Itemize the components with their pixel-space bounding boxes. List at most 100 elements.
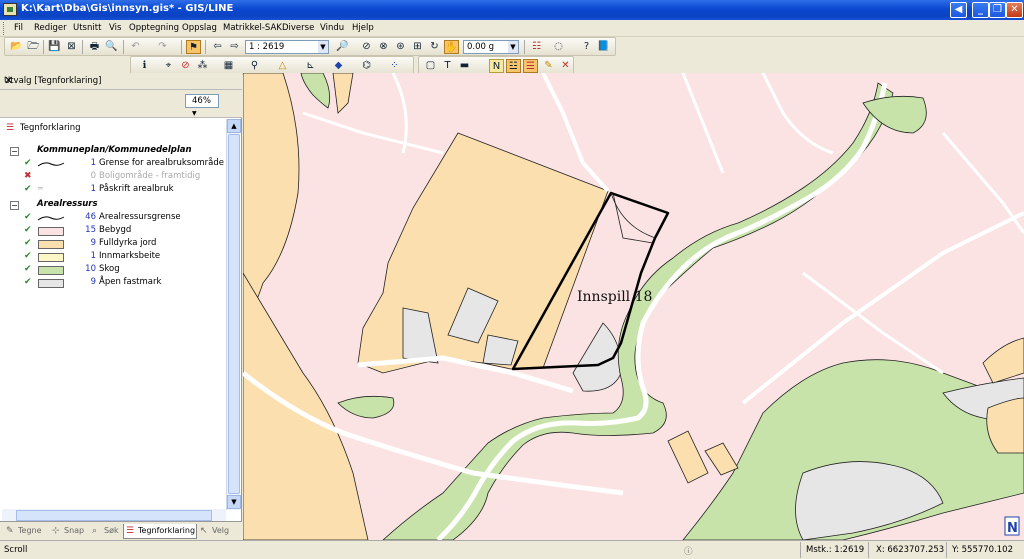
lasso-icon[interactable]: ◌ [551,40,566,54]
open-recent-icon[interactable]: 🗁 [26,40,41,54]
redo-icon[interactable]: ↷ [155,40,170,54]
nodes-icon[interactable]: ⁂ [195,59,210,73]
list-icon[interactable]: ☰ [523,59,538,73]
menu-vis[interactable]: Vis [109,23,121,33]
delete-icon[interactable]: ✕ [558,59,573,73]
legend-icon[interactable]: ☳ [506,59,521,73]
map-svg[interactable]: Innspill 18 N [243,73,1024,540]
legend-panel: Utvalg [Tegnforklaring] ✕ 46% ▼ ☰ Tegnfo… [0,73,242,540]
toolbar-separator [181,40,182,54]
legend-item[interactable]: ✔ 9 Fulldyrka jord [2,238,226,251]
chevron-down-icon[interactable]: ▼ [192,110,197,117]
fill-icon[interactable]: ◆ [331,59,346,73]
legend-item[interactable]: ✔ 1 Grense for arealbruksområde [2,158,226,171]
scroll-up-icon[interactable]: ▲ [227,119,241,133]
visible-check-icon[interactable]: ✔ [24,225,32,235]
help-icon[interactable]: ? [579,40,594,54]
visible-check-icon[interactable]: ✔ [24,264,32,274]
open-folder-icon[interactable]: 📂 [9,40,24,54]
panel-zoom-value: 46% [192,96,211,106]
menu-matrikkel-sak[interactable]: Matrikkel-SAK [223,23,282,33]
visible-check-icon[interactable]: ✔ [24,238,32,248]
tab-tegnforklaring[interactable]: ☰ Tegnforklaring [123,524,197,539]
angle-combo[interactable]: 0.00 g ▼ [463,40,519,54]
hidden-x-icon[interactable]: ✖ [24,171,32,181]
snap-icon[interactable]: ⌬ [359,59,374,73]
ruler-icon[interactable]: ▬ [457,59,472,73]
chevron-down-icon[interactable]: ▼ [318,41,328,53]
zoom-all-icon[interactable]: ⊗ [376,40,391,54]
layers-icon[interactable]: ☷ [529,40,544,54]
tab-tegne[interactable]: ✎ Tegne [4,524,42,539]
legend-item[interactable]: ✔ 10 Skog [2,264,226,277]
print-icon[interactable]: 🖶 [87,40,102,54]
info-icon[interactable]: ℹ [137,59,152,73]
close-button[interactable]: ✕ [1006,2,1023,18]
restore-button[interactable]: ❐ [989,2,1006,18]
rotate-icon[interactable]: ↻ [427,40,442,54]
menu-rediger[interactable]: Rediger [34,23,67,33]
legend-item[interactable]: ✔ 46 Arealressursgrense [2,212,226,225]
visible-check-icon[interactable]: ✔ [24,158,32,168]
book-icon[interactable]: 📘 [596,40,611,54]
points-icon[interactable]: ⁘ [387,59,402,73]
visible-check-icon[interactable]: ✔ [24,251,32,261]
toolbar-separator [43,40,44,54]
legend-item[interactable]: ✔ 15 Bebygd [2,225,226,238]
text-box-icon[interactable]: ▢ [423,59,438,73]
area-icon[interactable]: △ [275,59,290,73]
app-map-icon[interactable] [3,3,17,16]
menu-opptegning[interactable]: Opptegning [129,23,179,33]
properties-icon[interactable]: ⚑ [186,40,201,54]
measure-icon[interactable]: ⊾ [303,59,318,73]
scale-combo[interactable]: 1 : 2619 ▼ [245,40,329,54]
menu-hjelp[interactable]: Hjelp [352,23,374,33]
menu-diverse[interactable]: Diverse [282,23,314,33]
panel-zoom-combo[interactable]: 46% ▼ [185,94,219,117]
legend-item[interactable]: ✖ 0 Boligområde - framtidig [2,171,226,184]
close-doc-icon[interactable]: ⊠ [64,40,79,54]
menu-oppslag[interactable]: Oppslag [182,23,217,33]
grid-icon[interactable]: ⊞ [410,40,425,54]
text-icon[interactable]: T [440,59,455,73]
panel-close-icon[interactable]: ✕ [4,74,236,87]
pan-hand-icon[interactable]: ✋ [444,40,459,54]
select-object-icon[interactable]: ⌖ [161,59,176,73]
back-icon[interactable]: ◀ [950,2,967,18]
map-canvas[interactable]: Innspill 18 N [243,73,1024,540]
collapse-icon[interactable]: − [10,147,19,156]
tab-velg[interactable]: ↖ Velg [198,524,229,539]
nav-forward-icon[interactable]: ⇨ [227,40,242,54]
scroll-thumb[interactable] [228,134,240,494]
pencil-icon[interactable]: ✎ [541,59,556,73]
menu-fil[interactable]: Fil [14,23,23,33]
minimize-button[interactable]: _ [972,2,989,18]
binoculars-icon[interactable]: ⚲ [247,59,262,73]
menu-utsnitt[interactable]: Utsnitt [73,23,101,33]
scroll-down-icon[interactable]: ▼ [227,495,241,509]
nav-back-icon[interactable]: ⇦ [210,40,225,54]
vertical-scrollbar[interactable]: ▲ ▼ [226,119,241,510]
legend-item[interactable]: ✔ ═ 1 Påskrift arealbruk [2,184,226,197]
zoom-window-icon[interactable]: ⊘ [359,40,374,54]
print-preview-icon[interactable]: 🔍 [104,40,119,54]
zoom-icon[interactable]: 🔎 [335,40,350,54]
collapse-icon[interactable]: − [10,201,19,210]
zoom-prev-icon[interactable]: ⊛ [393,40,408,54]
visible-check-icon[interactable]: ✔ [24,277,32,287]
no-select-icon[interactable]: ⊘ [178,59,193,73]
legend-item[interactable]: ✔ 9 Åpen fastmark [2,277,226,290]
menu-vindu[interactable]: Vindu [320,23,344,33]
undo-icon[interactable]: ↶ [128,40,143,54]
tab-sok[interactable]: ⌕ Søk [90,524,119,539]
chevron-down-icon[interactable]: ▼ [508,41,518,53]
visible-check-icon[interactable]: ✔ [24,212,32,222]
hatch-icon[interactable]: ▦ [221,59,236,73]
save-icon[interactable]: 💾 [47,40,62,54]
legend-item[interactable]: ✔ 1 Innmarksbeite [2,251,226,264]
visible-check-icon[interactable]: ✔ [24,184,32,194]
scroll-thumb[interactable] [16,510,212,521]
tab-snap[interactable]: ⊹ Snap [50,524,84,539]
status-x-coordinate: X: 6623707.253 [876,545,945,555]
north-arrow-icon[interactable]: N [489,59,504,73]
